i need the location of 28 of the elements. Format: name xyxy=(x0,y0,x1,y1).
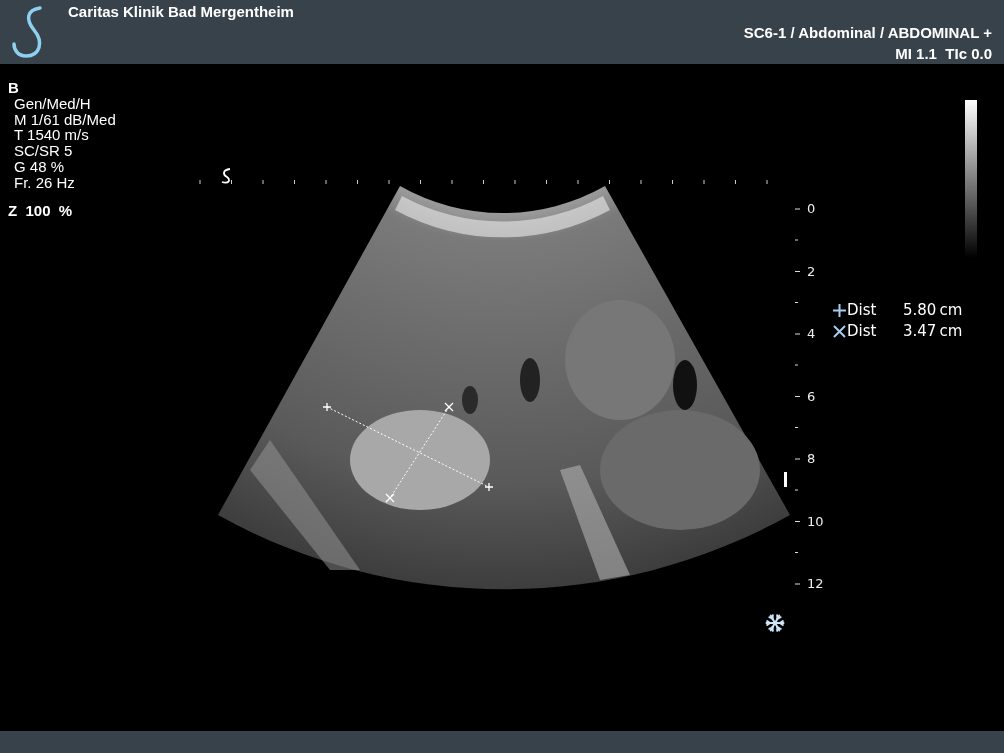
measurement-value: 3.47 xyxy=(903,323,938,340)
parameter-text: T 1540 m/s xyxy=(13,127,89,144)
measurement-unit: cm xyxy=(939,323,963,340)
plus-icon xyxy=(833,304,846,317)
depth-label: 2 xyxy=(807,264,816,279)
parameter-text: Gen/Med/H xyxy=(13,95,91,112)
measurement-label: Dist xyxy=(847,323,878,340)
depth-label: 0 xyxy=(807,202,816,216)
depth-label: 6 xyxy=(807,389,816,404)
clinic-name: Caritas Klinik Bad Mergentheim xyxy=(68,3,294,20)
measurement-unit: cm xyxy=(939,302,963,319)
focus-marker xyxy=(784,472,787,487)
parameter-text: SC/SR 5 xyxy=(13,143,73,159)
depth-label: 8 xyxy=(807,452,816,466)
parameter-text: M 1/61 dB/Med xyxy=(13,111,116,128)
parameter-text: G 48 % xyxy=(13,159,65,175)
parameter-text: Fr. 26 Hz xyxy=(13,174,75,191)
zoom-label: Z 100 % xyxy=(8,202,73,219)
cross-icon xyxy=(833,325,846,338)
measurement-label: Dist xyxy=(847,302,878,319)
depth-label: 12 xyxy=(807,577,824,591)
depth-label: 4 xyxy=(807,327,816,341)
measurement-value: 5.80 xyxy=(903,302,938,319)
preset-label: SC6-1 / Abdominal / ABDOMINAL + xyxy=(743,24,992,41)
acoustic-indices: MI 1.1 TIc 0.0 xyxy=(895,45,992,62)
depth-label: 10 xyxy=(807,514,824,529)
transducer-orientation-icon xyxy=(221,168,231,184)
mode-label: B xyxy=(8,80,19,96)
